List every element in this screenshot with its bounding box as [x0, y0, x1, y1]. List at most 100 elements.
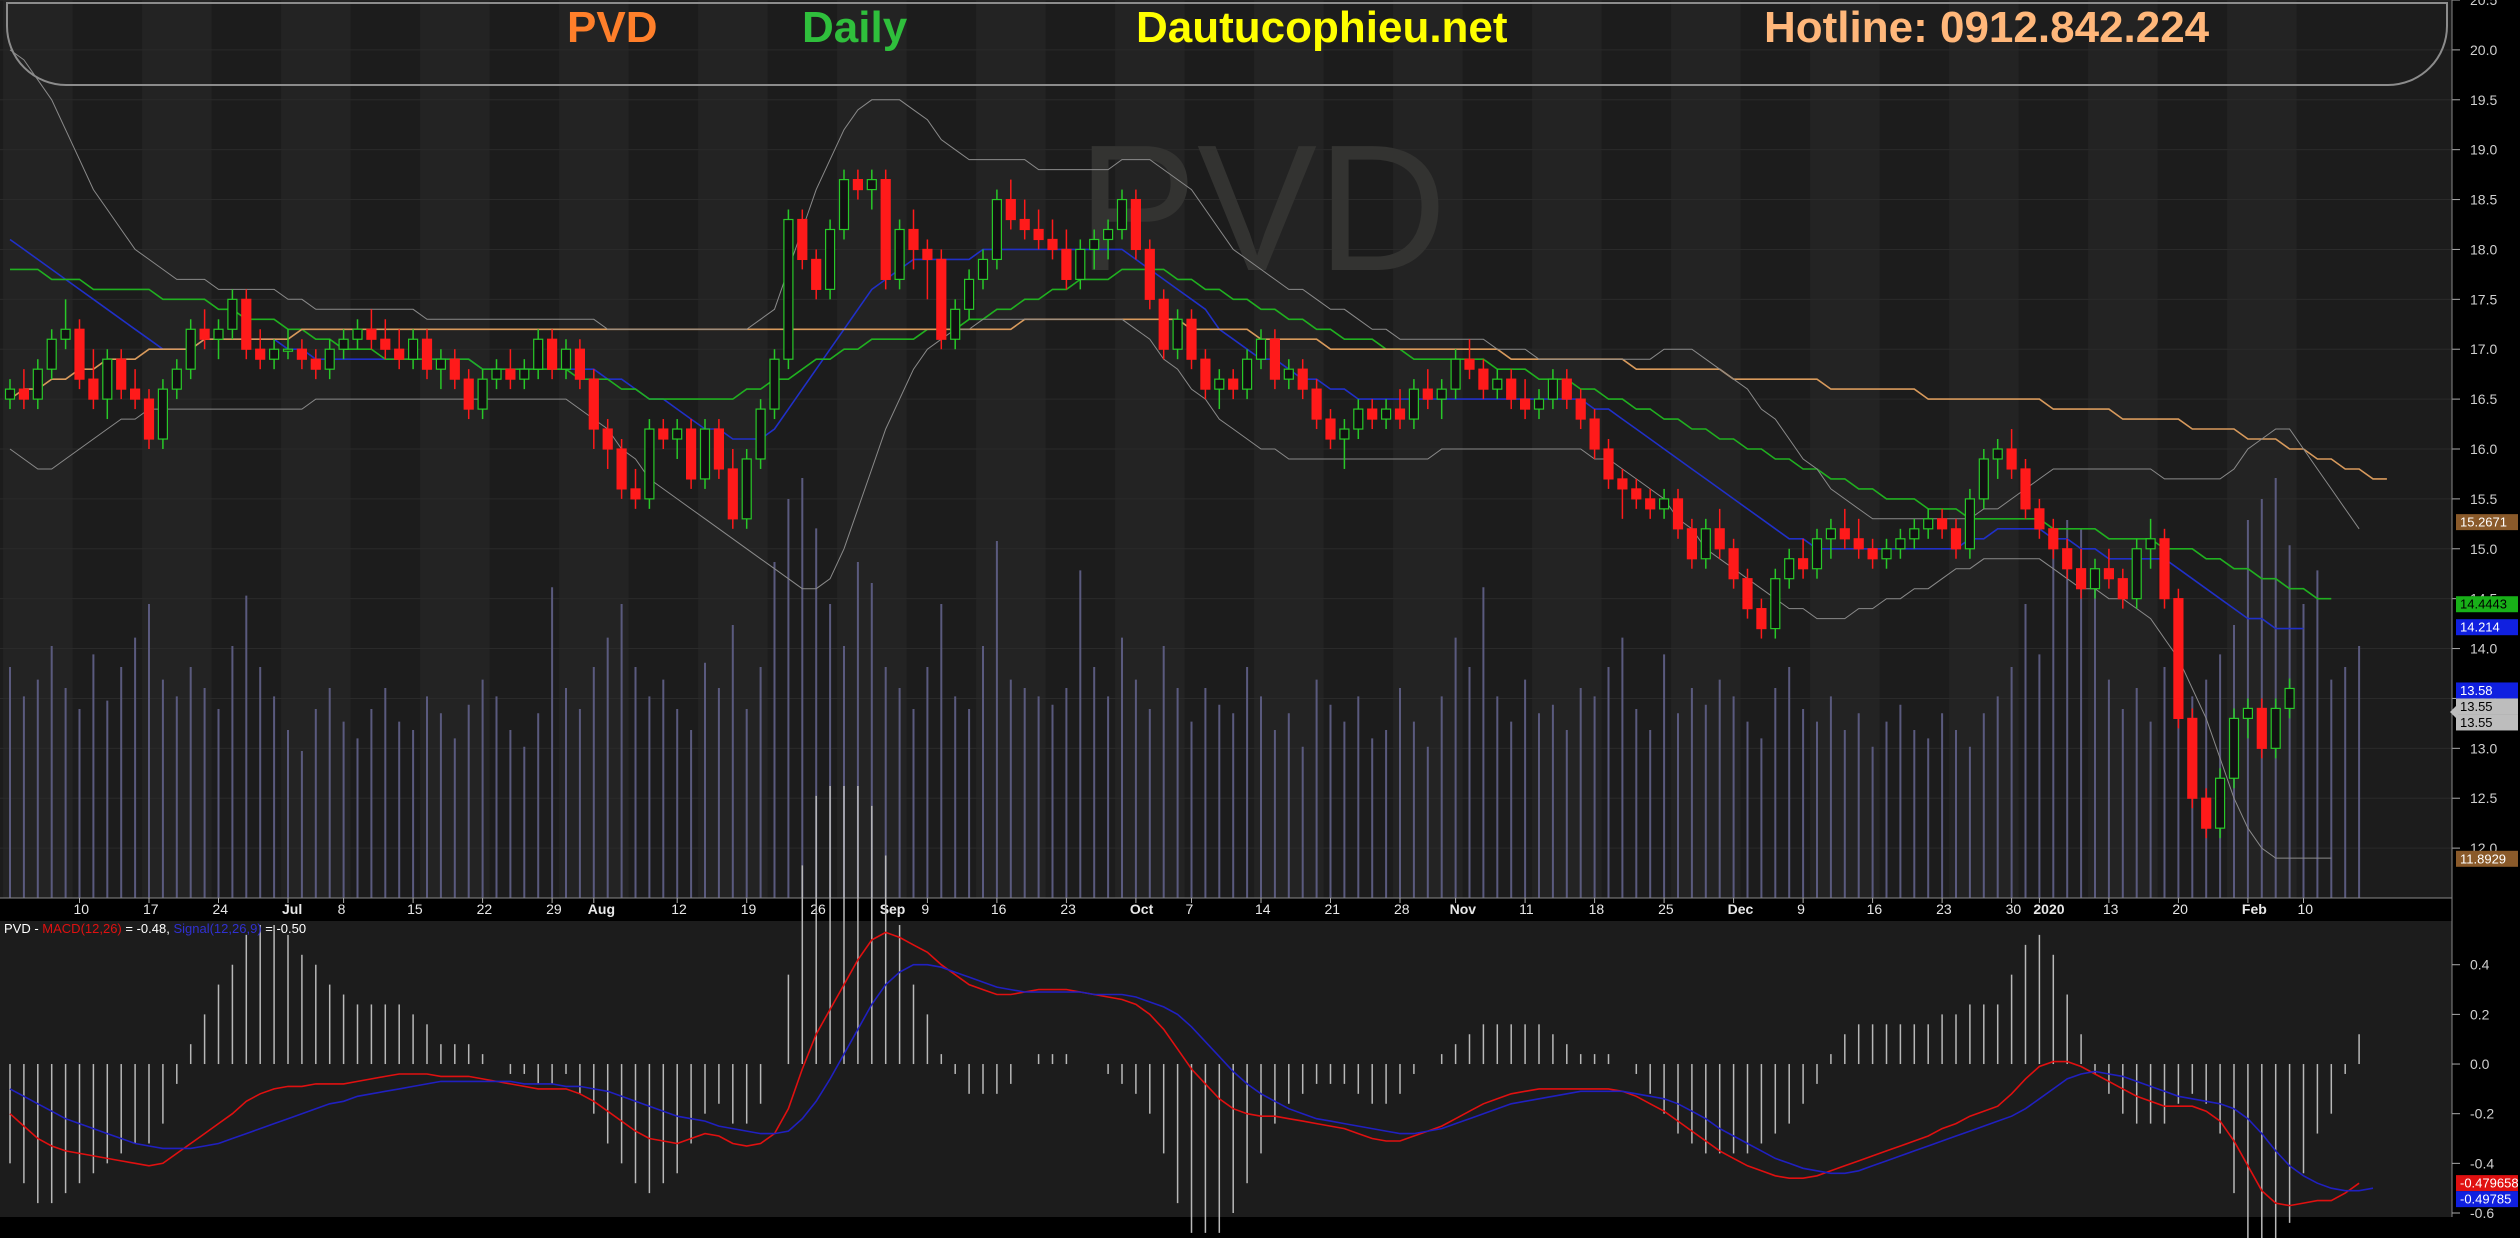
candle-up: [1547, 378, 1559, 400]
candle-down: [74, 328, 85, 380]
candle-down: [1269, 338, 1281, 380]
candle-down: [1853, 538, 1864, 550]
price-tick-label: 15.5: [2470, 491, 2497, 507]
price-label-text: 14.214: [2460, 620, 2500, 635]
price-tick-label: 19.0: [2470, 142, 2497, 158]
candle-down: [602, 428, 613, 450]
candle-up: [185, 328, 196, 370]
candle-down: [1061, 248, 1072, 280]
candle-up: [1825, 528, 1837, 540]
macd-tick-label: 0.2: [2470, 1006, 2490, 1022]
candle-down: [1519, 398, 1531, 410]
stock-chart: PVD 10 17 24 Jul 8 15 22 29 Aug 12 19 26 Sep 9 16 23 Oct…: [0, 0, 2520, 1238]
candle-up: [1784, 558, 1795, 580]
candle-up: [1116, 198, 1128, 231]
date-tick-label: 26: [810, 901, 826, 917]
candle-down: [2256, 707, 2267, 749]
candle-up: [1811, 538, 1823, 570]
candle-up: [46, 338, 57, 370]
macd-tick-label: 0.0: [2470, 1056, 2490, 1072]
candle-down: [811, 258, 822, 290]
candle-up: [672, 428, 683, 440]
candle-down: [1797, 558, 1809, 570]
date-tick-label: Dec: [1728, 901, 1754, 917]
candle-down: [1200, 358, 1211, 390]
candle-down: [199, 328, 210, 340]
candle-up: [2228, 717, 2240, 779]
candle-down: [908, 228, 919, 251]
price-label-text: 15.2671: [2460, 515, 2507, 530]
hotline-number: 0912.842.224: [1939, 3, 2210, 52]
date-tick-label: Oct: [1130, 901, 1154, 917]
candle-down: [2201, 797, 2212, 829]
price-tick-label: 13.0: [2470, 740, 2497, 756]
hotline-label: Hotline:: [1764, 3, 1940, 52]
date-tick-label: 17: [143, 901, 159, 917]
price-label-text: 13.58: [2460, 683, 2493, 698]
date-tick-label: 10: [74, 901, 90, 917]
candle-up: [950, 308, 961, 340]
candle-down: [1047, 238, 1058, 251]
price-label-text: 13.55: [2460, 699, 2493, 714]
candle-down: [616, 448, 627, 490]
candle-down: [449, 358, 460, 380]
macd-legend-label: MACD(12,26): [42, 921, 121, 936]
candle-down: [727, 468, 738, 520]
candle-down: [2006, 448, 2017, 470]
date-tick-label: 16: [991, 901, 1007, 917]
candle-up: [769, 358, 780, 410]
candle-up: [1436, 388, 1447, 400]
candle-down: [1228, 378, 1239, 390]
candle-down: [366, 328, 377, 340]
candle-down: [1144, 248, 1155, 300]
candle-up: [1978, 458, 1989, 500]
candle-up: [1214, 378, 1225, 390]
candle-down: [310, 358, 321, 370]
candle-down: [852, 179, 864, 191]
candle-down: [880, 179, 891, 280]
candle-up: [60, 328, 71, 340]
date-tick-label: 10: [2298, 901, 2314, 917]
candle-down: [922, 248, 933, 261]
date-tick-label: 25: [1658, 901, 1674, 917]
candle-down: [630, 488, 641, 500]
candle-up: [866, 179, 877, 191]
price-tick-label: 17.0: [2470, 341, 2497, 357]
date-tick-label: 22: [477, 901, 493, 917]
candle-up: [1102, 228, 1114, 241]
date-tick-label: 2020: [2033, 901, 2064, 917]
candle-down: [1839, 528, 1850, 540]
candle-down: [2187, 717, 2198, 799]
candle-up: [1339, 428, 1350, 440]
candle-up: [1909, 528, 1920, 540]
candle-down: [1186, 318, 1197, 360]
candle-down: [2062, 548, 2073, 570]
candle-up: [699, 428, 711, 480]
candle-down: [1603, 448, 1614, 480]
candle-up: [4, 388, 16, 400]
candle-down: [574, 348, 586, 380]
candle-up: [1255, 338, 1267, 360]
candle-up: [1770, 578, 1781, 630]
candle-up: [1700, 528, 1711, 560]
candle-down: [421, 338, 433, 370]
date-tick-label: 28: [1394, 901, 1410, 917]
candle-up: [2270, 707, 2281, 749]
date-tick-label: 24: [213, 901, 229, 917]
price-tick-label: 19.5: [2470, 92, 2497, 108]
signal-legend-value: = -0.50: [265, 921, 306, 936]
price-tick-label: 12.5: [2470, 790, 2497, 806]
candle-down: [1325, 418, 1336, 440]
candle-down: [2117, 578, 2128, 600]
candle-up: [2145, 538, 2156, 550]
candle-down: [18, 388, 29, 400]
candle-down: [1019, 218, 1030, 231]
candle-up: [1075, 248, 1086, 280]
candle-up: [963, 278, 975, 310]
candle-down: [1422, 388, 1433, 400]
candle-down: [1728, 548, 1739, 580]
candle-down: [296, 348, 307, 360]
candle-down: [1936, 518, 1948, 530]
date-tick-label: 9: [921, 901, 929, 917]
candle-up: [171, 368, 182, 390]
